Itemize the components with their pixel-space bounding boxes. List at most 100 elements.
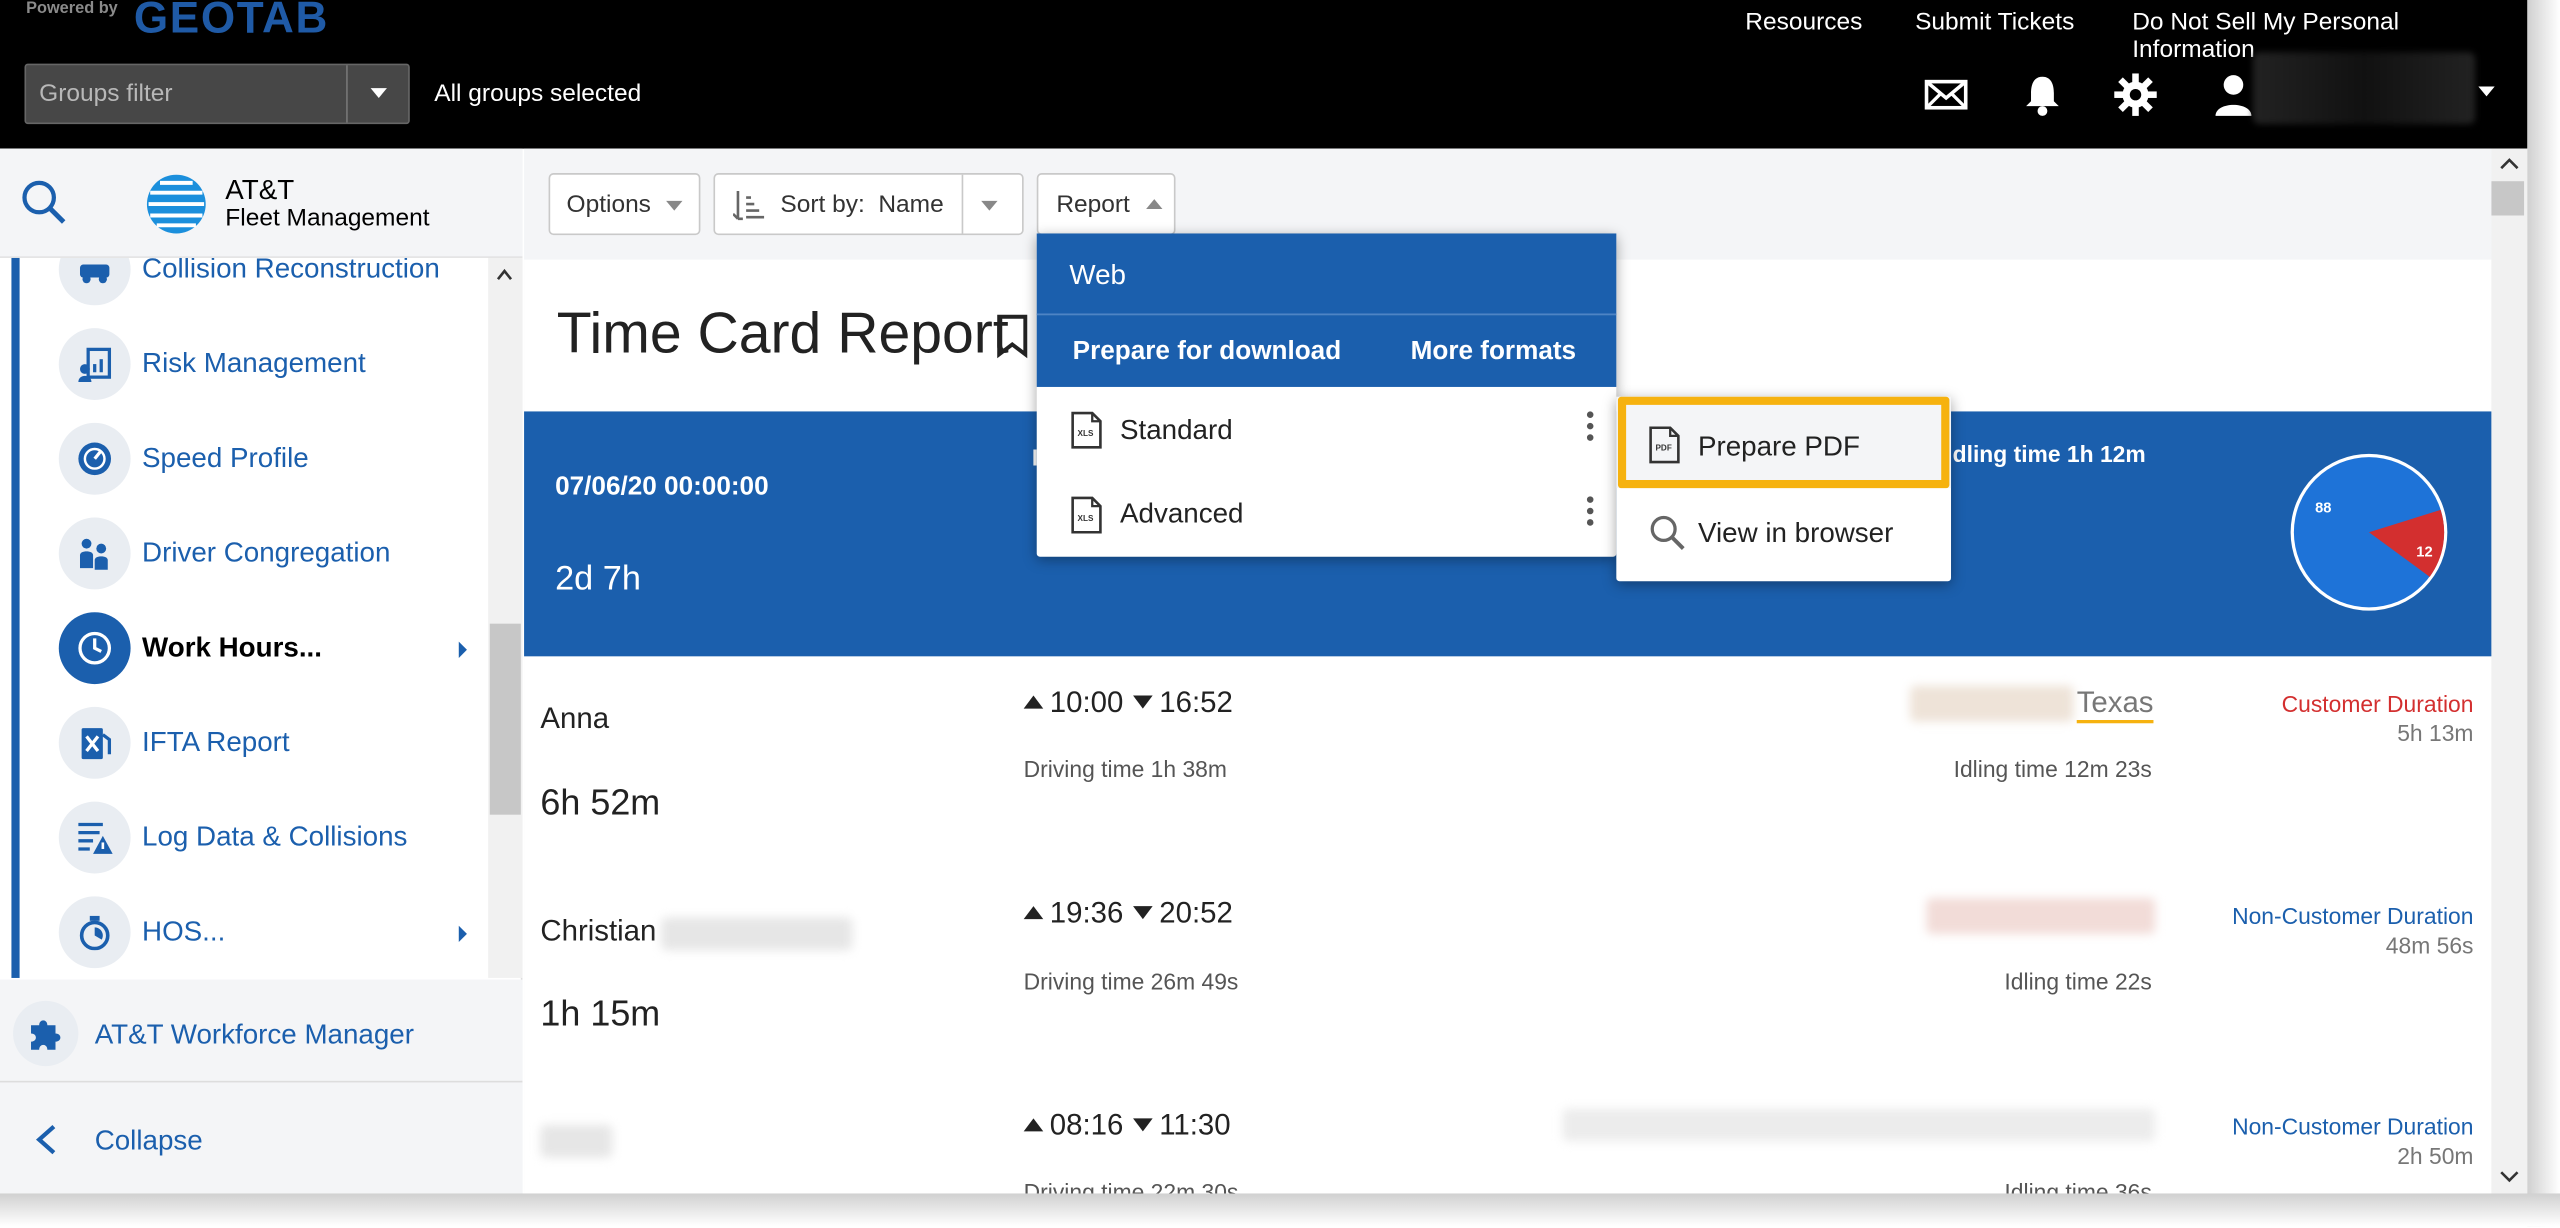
row-driving-time: Driving time 1h 38m (1023, 755, 1227, 783)
user-name-redacted[interactable] (2253, 52, 2476, 125)
sidebar-item-hos[interactable]: HOS... (20, 885, 489, 978)
search-icon[interactable] (20, 178, 69, 235)
menu-download-header: Prepare for download More formats (1036, 315, 1617, 387)
top-bar: Powered by GEOTAB Resources Submit Ticke… (0, 0, 2528, 149)
redacted-address (1562, 1108, 2156, 1142)
redacted-address (1926, 897, 2156, 934)
view-in-browser-label: View in browser (1697, 517, 1894, 549)
more-formats-link[interactable]: More formats (1411, 338, 1576, 367)
row-duration: 6h 52m (540, 782, 661, 823)
start-arrow-icon (1023, 906, 1044, 920)
pie-label-red: 12 (2416, 545, 2432, 561)
end-arrow-icon (1133, 695, 1153, 709)
sidebar-item-work-hours[interactable]: Work Hours... (20, 601, 489, 696)
sort-icon (733, 191, 765, 221)
sort-by-prefix: Sort by: (780, 191, 865, 219)
groups-status: All groups selected (434, 79, 642, 108)
sidebar-nav: Collision Reconstruction Risk Management… (11, 257, 489, 978)
start-arrow-icon (1023, 695, 1044, 709)
powered-by-label: Powered by (26, 0, 118, 18)
sidebar-scroll-thumb[interactable] (489, 623, 521, 815)
user-icon[interactable] (2211, 72, 2257, 118)
redacted-name (540, 1124, 613, 1158)
sidebar-item-label: Log Data & Collisions (142, 821, 408, 853)
scroll-up-icon[interactable] (496, 268, 513, 281)
fuel-icon (58, 706, 131, 779)
submenu-arrow-icon (458, 641, 467, 658)
sidebar-item-risk-management[interactable]: Risk Management (20, 317, 489, 412)
mail-icon[interactable] (1923, 72, 1969, 118)
stopwatch-icon (58, 896, 131, 969)
row-location[interactable]: Texas (2076, 686, 2154, 724)
chevron-down-icon[interactable] (981, 200, 998, 211)
att-globe-logo (145, 173, 207, 243)
duration-pie-chart: 88 12 (2290, 453, 2448, 611)
groups-filter-input[interactable]: Groups filter (24, 63, 410, 125)
submenu-arrow-icon (458, 925, 467, 943)
redacted-address (1910, 685, 2074, 722)
sidebar-header: AT&T Fleet Management (0, 148, 523, 258)
sidebar-item-label: Driver Congregation (142, 537, 391, 569)
bell-icon[interactable] (2020, 72, 2066, 118)
banner-duration: 2d 7h (555, 559, 641, 598)
redacted-surname (661, 917, 853, 951)
menu-item-advanced[interactable]: XLS Advanced (1037, 472, 1617, 557)
user-menu-caret-icon[interactable] (2478, 86, 2495, 97)
row-start-time: 10:00 (1049, 685, 1124, 719)
sidebar-scrollbar[interactable] (488, 257, 523, 1072)
options-button[interactable]: Options (548, 173, 701, 236)
brand-att: AT&T (225, 174, 295, 206)
more-vert-icon[interactable] (1586, 496, 1594, 530)
groups-filter-placeholder: Groups filter (39, 79, 173, 108)
report-button[interactable]: Report (1036, 173, 1176, 236)
scroll-up-icon[interactable] (2500, 157, 2520, 170)
chevron-left-icon (35, 1124, 56, 1155)
sidebar-item-workforce-manager[interactable]: AT&T Workforce Manager (0, 979, 523, 1081)
geotab-logo: GEOTAB (133, 0, 329, 43)
sidebar-item-ifta-report[interactable]: IFTA Report (20, 696, 489, 791)
sidebar-item-driver-congregation[interactable]: Driver Congregation (20, 506, 489, 601)
workforce-manager-label: AT&T Workforce Manager (94, 1018, 415, 1050)
sidebar-item-speed-profile[interactable]: Speed Profile (20, 411, 489, 506)
pie-label-blue: 88 (2315, 501, 2331, 517)
main-scrollbar[interactable] (2491, 148, 2528, 1194)
speedometer-icon (58, 422, 131, 495)
scroll-down-icon[interactable] (2500, 1171, 2520, 1184)
menu-item-web[interactable]: Web (1036, 233, 1617, 316)
sort-by-button[interactable]: Sort by: Name (713, 173, 1024, 236)
groups-filter-dropdown-button[interactable] (346, 65, 408, 123)
end-arrow-icon (1133, 906, 1153, 920)
menu-item-standard[interactable]: XLS Standard (1037, 387, 1617, 472)
search-icon (1650, 515, 1685, 550)
row-duration-type: Customer Duration (2281, 690, 2474, 717)
brand-fleet-management: Fleet Management (225, 204, 430, 232)
row-duration-type-value: 48m 56s (2385, 932, 2474, 959)
more-vert-icon[interactable] (1586, 411, 1594, 445)
frame-shadow (2527, 0, 2560, 1227)
sidebar-item-log-data-collisions[interactable]: Log Data & Collisions (20, 790, 489, 885)
resources-link[interactable]: Resources (1745, 8, 1862, 36)
sidebar-item-collision-reconstruction[interactable]: Collision Reconstruction (20, 257, 489, 317)
collapse-button[interactable]: Collapse (0, 1080, 523, 1194)
xls-badge: XLS (1078, 514, 1094, 523)
row-start-end: 10:00 16:52 (1023, 685, 1233, 720)
page-title: Time Card Report (556, 302, 1009, 366)
frame-shadow-bottom (0, 1193, 2560, 1227)
row-idling-time: Idling time 22s (2004, 968, 2152, 995)
row-driver-name: Christian (540, 914, 657, 947)
row-start-time: 08:16 (1049, 1108, 1124, 1142)
menu-item-view-in-browser[interactable]: View in browser (1616, 490, 1951, 581)
row-duration-type: Non-Customer Duration (2232, 902, 2474, 929)
sidebar-item-label: IFTA Report (142, 726, 290, 758)
row-driving-time: Driving time 26m 49s (1023, 968, 1239, 995)
row-driver-name: Anna (540, 702, 610, 735)
xls-file-icon: XLS (1071, 496, 1102, 534)
main-scroll-thumb[interactable] (2491, 181, 2525, 216)
sort-by-value: Name (878, 191, 944, 219)
sidebar-item-label: Speed Profile (142, 442, 309, 474)
bookmark-icon[interactable] (994, 313, 1030, 359)
submit-tickets-link[interactable]: Submit Tickets (1915, 8, 2074, 36)
options-label: Options (566, 191, 651, 219)
gear-icon[interactable] (2113, 72, 2159, 118)
chevron-down-icon (666, 200, 683, 211)
